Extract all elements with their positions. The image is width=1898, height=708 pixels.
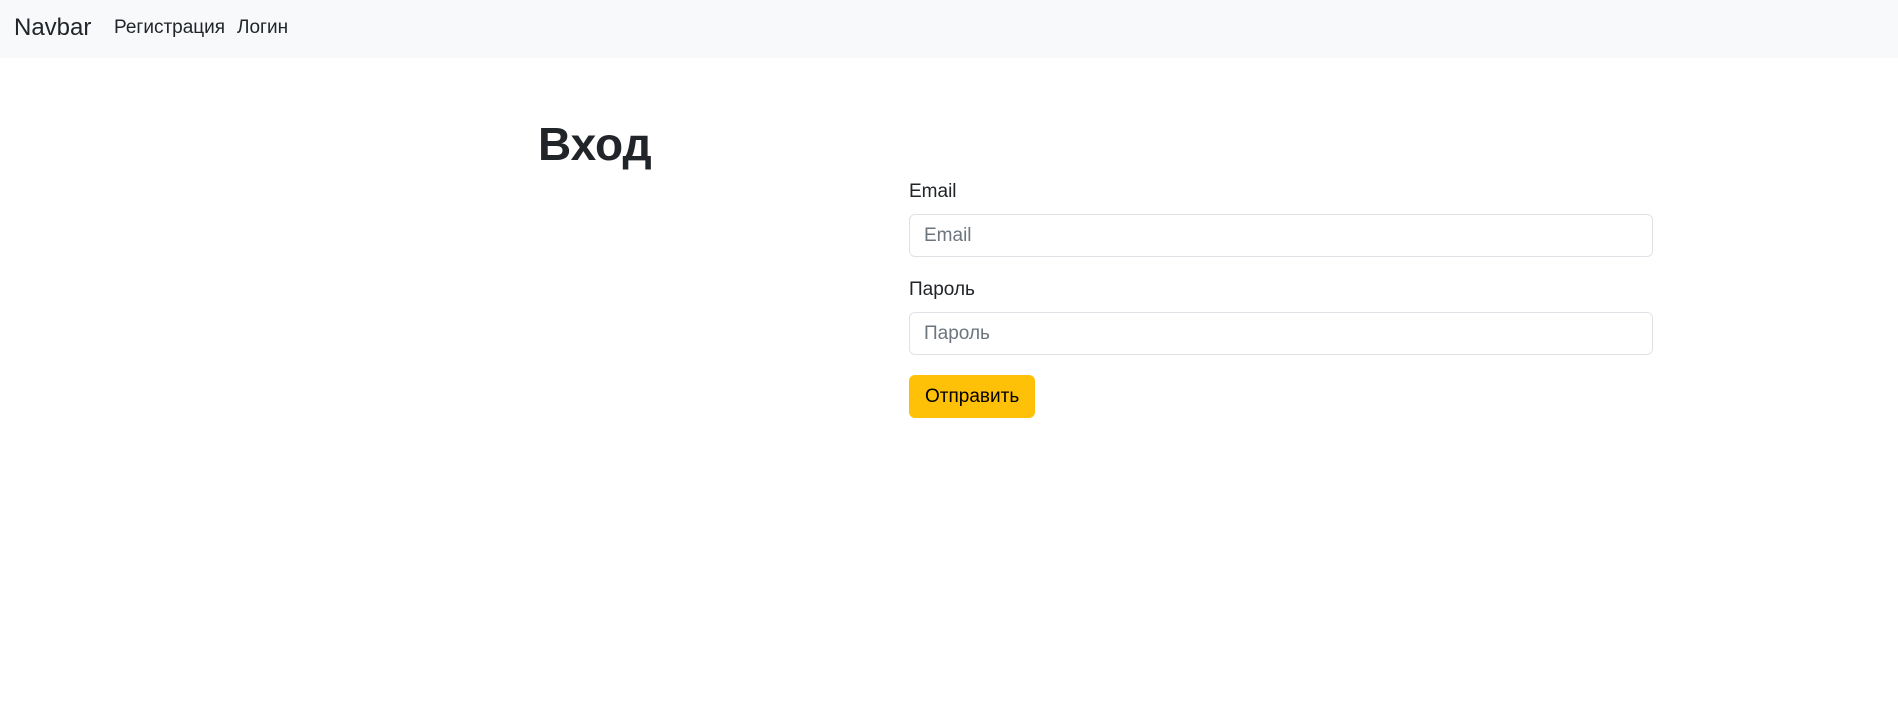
nav-link-registration[interactable]: Регистрация — [114, 16, 225, 40]
email-field[interactable] — [909, 214, 1653, 257]
navbar-brand[interactable]: Navbar — [14, 13, 91, 43]
submit-button[interactable]: Отправить — [909, 375, 1036, 418]
navbar: Navbar Регистрация Логин — [0, 0, 1898, 58]
email-group: Email — [909, 180, 1653, 257]
password-label: Пароль — [909, 279, 975, 300]
password-group: Пароль — [909, 278, 1653, 355]
email-label: Email — [909, 181, 957, 202]
login-form: Email Пароль Отправить — [909, 180, 1653, 418]
nav-link-login[interactable]: Логин — [237, 16, 288, 40]
password-field[interactable] — [909, 312, 1653, 355]
page-title: Вход — [538, 118, 652, 170]
